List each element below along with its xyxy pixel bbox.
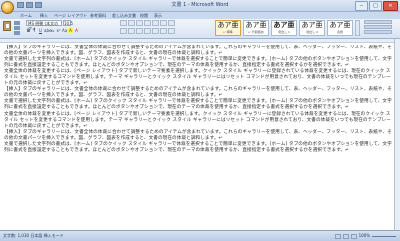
vertical-scrollbar[interactable]	[394, 39, 400, 230]
underline-button[interactable]: U	[38, 28, 43, 33]
cut-icon[interactable]	[14, 21, 20, 25]
full-screen-view-button[interactable]	[342, 233, 349, 239]
font-format-row: B I U abe x₂ x² Aa A A	[26, 28, 79, 33]
style-sample: あア亜	[245, 21, 267, 29]
zoom-level[interactable]: 100%	[359, 233, 370, 239]
highlight-button[interactable]: A	[68, 28, 73, 33]
title-bar: 文書 1 - Microsoft Word ‒ □ ✕	[0, 0, 400, 12]
paragraph[interactable]: 文書全体の体裁を変更するには、[ページ レイアウト] タブで新しいテーマ要素を選…	[4, 69, 394, 87]
align-center-icon[interactable]	[128, 28, 135, 34]
font-size-field[interactable]: 10.5	[63, 20, 73, 26]
paragraph-row-2	[120, 28, 175, 34]
copy-icon[interactable]	[14, 26, 20, 30]
close-button[interactable]: ✕	[383, 1, 398, 11]
paragraph[interactable]: 文書で選択した文字列の書式は、[ホーム] タブのクイック スタイル ギャラリーで…	[4, 99, 394, 111]
superscript-button[interactable]: x²	[56, 28, 61, 33]
minimize-button[interactable]: ‒	[355, 1, 368, 11]
office-button[interactable]	[1, 1, 14, 14]
subscript-button[interactable]: x₂	[50, 28, 55, 33]
find-button[interactable]	[364, 20, 392, 24]
style-label: 見出し 2	[306, 30, 318, 34]
status-bar: 文字数: 1,030 日本語 挿入モード 100%	[0, 230, 400, 241]
paragraph[interactable]: 【挿入】タブのギャラリーには、文書全体の体裁に合わせて調整するためのアイテムが含…	[4, 130, 394, 142]
numbering-icon[interactable]	[128, 20, 135, 26]
bold-button[interactable]: B	[26, 28, 31, 33]
window-controls: ‒ □ ✕	[355, 1, 398, 11]
paragraph[interactable]: 【挿入】タブのギャラリーには、文書全体の体裁に合わせて調整するためのアイテムが含…	[4, 45, 394, 57]
web-layout-view-button[interactable]	[350, 233, 357, 239]
style-gallery-more-button[interactable]	[355, 20, 360, 36]
editing-group	[364, 20, 392, 36]
style-gallery: あア亜 ↵ 標準 あア亜 ↵ 行間詰め あア亜 見出し 1 あア亜 見出し 2 …	[215, 20, 360, 36]
paragraph[interactable]: 【挿入】タブのギャラリーには、文書全体の体裁に合わせて調整するためのアイテムが含…	[4, 87, 394, 99]
style-sample: あア亜	[329, 21, 351, 29]
window-title: 文書 1 - Microsoft Word	[171, 2, 229, 8]
style-normal[interactable]: あア亜 ↵ 標準	[215, 20, 241, 36]
ruler	[0, 39, 400, 43]
increase-indent-icon[interactable]	[152, 20, 159, 26]
decrease-indent-icon[interactable]	[144, 20, 151, 26]
replace-button[interactable]	[364, 25, 392, 29]
style-no-spacing[interactable]: あア亜 ↵ 行間詰め	[243, 20, 269, 36]
tab-mailings[interactable]: 差し込み文書	[110, 12, 138, 19]
style-label: ↵ 標準	[223, 30, 233, 34]
strikethrough-button[interactable]: abe	[44, 28, 51, 33]
line-spacing-icon[interactable]	[152, 28, 159, 34]
tab-home[interactable]: ホーム	[18, 12, 34, 19]
zoom-slider[interactable]	[372, 235, 396, 237]
ribbon-tabs: ホーム 挿入 ページ レイアウト 参考資料 差し込み文書 校閲 表示	[0, 12, 400, 19]
status-right: 100%	[334, 233, 396, 239]
sort-icon[interactable]	[160, 20, 167, 26]
paragraph[interactable]: 文書で選択した文字列の書式は、[ホーム] タブのクイック スタイル ギャラリーで…	[4, 57, 394, 69]
clipboard-group	[14, 21, 23, 36]
format-painter-icon[interactable]	[14, 31, 20, 35]
shading-icon[interactable]	[160, 28, 167, 34]
paragraph[interactable]: 文書全体の体裁を変更するには、[ページ レイアウト] タブで新しいテーマ要素を選…	[4, 112, 394, 130]
align-left-icon[interactable]	[120, 28, 127, 34]
ribbon: MS 明朝 (本文のフォ 10.5 B I U abe x₂ x² Aa A A…	[0, 19, 400, 39]
paste-button[interactable]	[2, 20, 12, 36]
align-right-icon[interactable]	[136, 28, 143, 34]
show-marks-icon[interactable]	[168, 20, 175, 26]
justify-icon[interactable]	[144, 28, 151, 34]
italic-button[interactable]: I	[32, 28, 37, 33]
document-area[interactable]: 【挿入】タブのギャラリーには、文書全体の体裁に合わせて調整するためのアイテムが含…	[0, 39, 400, 230]
font-color-button[interactable]: A	[74, 28, 79, 33]
style-title[interactable]: あア亜 表題	[327, 20, 353, 36]
font-name-field[interactable]: MS 明朝 (本文のフォ	[26, 20, 62, 31]
document-page[interactable]: 【挿入】タブのギャラリーには、文書全体の体裁に合わせて調整するためのアイテムが含…	[4, 45, 394, 230]
change-case-button[interactable]: Aa	[62, 28, 67, 33]
style-heading-1[interactable]: あア亜 見出し 1	[271, 20, 297, 36]
print-layout-view-button[interactable]	[334, 233, 341, 239]
select-button[interactable]	[364, 30, 392, 34]
style-label: 見出し 1	[278, 30, 290, 34]
tab-page-layout[interactable]: ページ レイアウト	[52, 12, 89, 19]
bullets-icon[interactable]	[120, 20, 127, 26]
style-heading-2[interactable]: あア亜 見出し 2	[299, 20, 325, 36]
style-label: ↵ 行間詰め	[248, 30, 264, 34]
tab-review[interactable]: 校閲	[138, 12, 150, 19]
multilevel-list-icon[interactable]	[136, 20, 143, 26]
maximize-button[interactable]: □	[369, 1, 382, 11]
borders-icon[interactable]	[168, 28, 175, 34]
style-sample: あア亜	[301, 21, 323, 29]
paste-sheet-icon	[5, 23, 10, 29]
tab-insert[interactable]: 挿入	[38, 12, 50, 19]
style-label: 表題	[336, 30, 343, 34]
tab-references[interactable]: 参考資料	[88, 12, 108, 19]
paragraph[interactable]: 文書で選択した文字列の書式は、[ホーム] タブのクイック スタイル ギャラリーで…	[4, 142, 394, 154]
tab-view[interactable]: 表示	[152, 12, 164, 19]
style-sample: あア亜	[217, 21, 239, 29]
style-sample: あア亜	[273, 21, 295, 29]
paragraph-row-1	[120, 20, 175, 26]
